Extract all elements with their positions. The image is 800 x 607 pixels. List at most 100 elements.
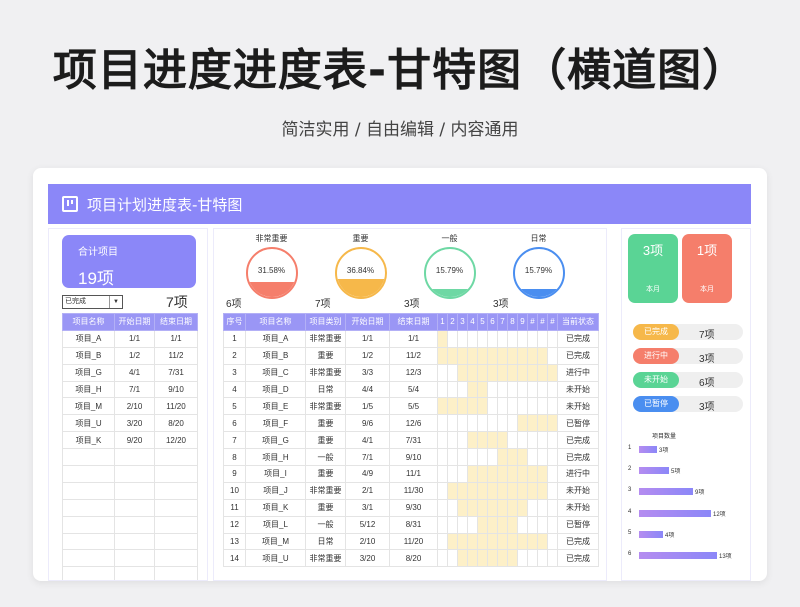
gantt-cell [447, 414, 458, 433]
gantt-cell [517, 481, 528, 500]
gantt-cell [547, 481, 558, 500]
gantt-cell [497, 346, 508, 365]
table-cell: 9/30 [389, 498, 438, 517]
column-header: 项目名称 [245, 313, 306, 331]
table-cell: 非常重要 [305, 481, 346, 500]
status-cell: 未开始 [557, 498, 599, 517]
gantt-cell [507, 431, 518, 450]
gantt-cell [537, 414, 548, 433]
gantt-cell [437, 532, 448, 551]
gantt-cell [497, 481, 508, 500]
gantt-cell [477, 549, 488, 568]
gantt-cell [447, 515, 458, 534]
gantt-cell [487, 498, 498, 517]
column-header: 结束日期 [154, 313, 198, 331]
table-cell: 2 [223, 346, 246, 365]
gantt-cell [457, 515, 468, 534]
gantt-cell [537, 515, 548, 534]
gantt-cell [487, 515, 498, 534]
table-cell: 1/2 [114, 346, 155, 365]
table-cell: 非常重要 [305, 397, 346, 416]
gantt-cell [497, 498, 508, 517]
status-cell: 已暂停 [557, 515, 599, 534]
column-header: 2 [447, 313, 458, 331]
triangle-down-icon[interactable]: ▼ [109, 296, 122, 308]
gantt-cell [447, 532, 458, 551]
gantt-cell [477, 481, 488, 500]
table-row [62, 448, 198, 467]
table-cell: 1/1 [154, 329, 198, 348]
gantt-cell [487, 481, 498, 500]
gantt-cell [467, 329, 478, 348]
table-row: 项目_G 4/1 7/31 [62, 363, 198, 382]
gantt-cell [517, 346, 528, 365]
bar [639, 488, 693, 495]
table-cell: 项目_A [245, 329, 306, 348]
bar-chart-row: 2 5项 [628, 466, 748, 476]
table-cell: 8/31 [389, 515, 438, 534]
column-header: 4 [467, 313, 478, 331]
bar-key: 4 [628, 509, 632, 515]
column-header: 9 [517, 313, 528, 331]
table-cell: 项目_U [62, 414, 115, 433]
gantt-cell [527, 380, 538, 399]
gauge-count: 6项 [226, 299, 242, 310]
gantt-cell [437, 465, 448, 483]
gantt-cell [547, 498, 558, 517]
gantt-cell [487, 465, 498, 483]
status-filter-select[interactable]: 已完成 ▼ [62, 295, 123, 309]
column-header: 开始日期 [114, 313, 155, 331]
bar-value: 12项 [713, 512, 726, 518]
page-subtitle: 简洁实用 / 自由编辑 / 内容通用 [281, 120, 519, 140]
table-cell [114, 448, 155, 467]
table-cell: 项目_M [245, 532, 306, 551]
gantt-cell [507, 414, 518, 433]
gantt-cell [497, 380, 508, 399]
table-cell: 2/10 [345, 532, 390, 551]
chart-board-icon [62, 196, 78, 212]
gantt-cell [437, 515, 448, 534]
table-cell [114, 515, 155, 534]
total-projects-card: 合计项目 19项 [62, 235, 196, 288]
table-cell: 4 [223, 380, 246, 399]
gantt-cell [507, 397, 518, 416]
table-cell: 4/1 [345, 431, 390, 450]
table-cell: 11/30 [389, 481, 438, 500]
table-cell: 8/20 [389, 549, 438, 568]
table-cell: 5/4 [389, 380, 438, 399]
table-cell: 4/4 [345, 380, 390, 399]
table-row [62, 465, 198, 483]
gauge-percent: 15.79% [435, 266, 464, 275]
status-count: 7项 [699, 330, 715, 341]
gantt-cell [537, 363, 548, 382]
kpi-label: 本月 [700, 286, 714, 293]
gauge-3: 日常 15.79% 3项 [493, 233, 576, 310]
table-cell [154, 566, 198, 580]
status-cell: 已暂停 [557, 414, 599, 433]
table-cell: 6 [223, 414, 246, 433]
gantt-cell [437, 346, 448, 365]
status-count: 3项 [699, 354, 715, 365]
gantt-panel: 非常重要 31.58% 6项 重要 36.84% 7项 一般 15.79% 3项 日常 15.79%… [213, 228, 607, 581]
gantt-cell [477, 465, 488, 483]
bar [639, 510, 711, 517]
table-cell: 3/20 [114, 414, 155, 433]
table-row: 项目_M 2/10 11/20 [62, 397, 198, 416]
gantt-cell [457, 532, 468, 551]
table-cell: 一般 [305, 448, 346, 467]
table-cell [62, 498, 115, 517]
gantt-cell [527, 532, 538, 551]
gantt-cell [517, 397, 528, 416]
gantt-cell [547, 515, 558, 534]
table-cell: 项目_I [245, 465, 306, 483]
bar-key: 3 [628, 487, 632, 493]
gantt-cell [517, 414, 528, 433]
table-cell [154, 448, 198, 467]
column-header: 5 [477, 313, 488, 331]
table-cell: 项目_D [245, 380, 306, 399]
table-cell [62, 465, 115, 483]
table-cell: 12 [223, 515, 246, 534]
gantt-cell [537, 465, 548, 483]
table-cell: 5/12 [345, 515, 390, 534]
gantt-cell [497, 363, 508, 382]
